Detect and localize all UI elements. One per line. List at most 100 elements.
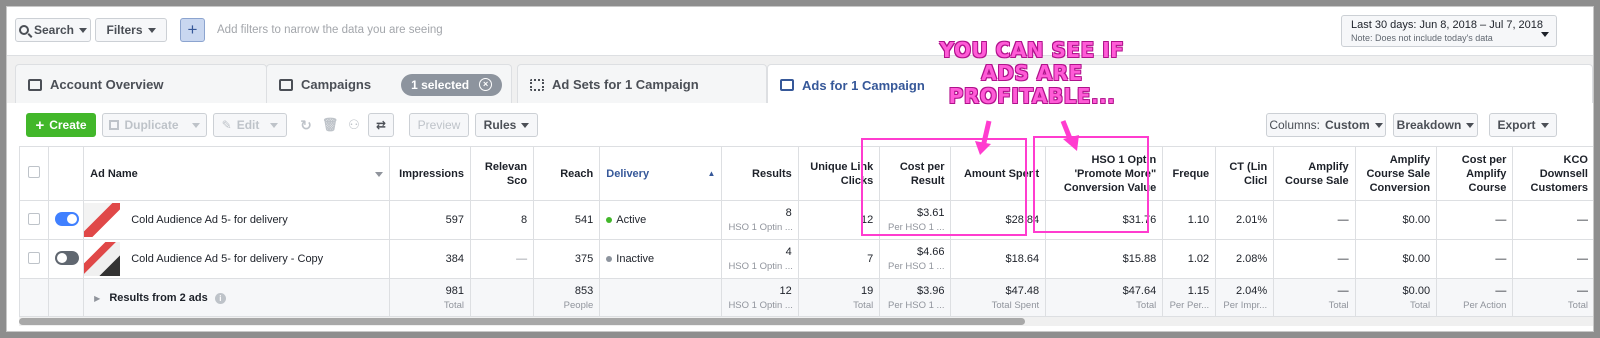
totals-label-cell[interactable]: ▶ Results from 2 ads i: [83, 278, 390, 317]
sort-up-icon: ▲: [707, 168, 716, 178]
column-header-relevance[interactable]: Relevan Sco: [469, 146, 535, 201]
total-amount-spent-cell: $47.48 Total Spent: [950, 278, 1047, 317]
clear-selection-icon[interactable]: ×: [479, 78, 493, 91]
ctr-cell: 2.01%: [1215, 200, 1275, 240]
tab-ads[interactable]: Ads for 1 Campaign: [767, 64, 1593, 105]
compare-icon[interactable]: ⚇: [343, 113, 365, 137]
dashboard-icon: [28, 78, 42, 91]
impressions-cell: 597: [388, 200, 471, 240]
filter-input[interactable]: Add filters to narrow the data you are s…: [217, 24, 443, 36]
frequency-cell: 1.02: [1162, 239, 1217, 279]
preview-button[interactable]: Preview: [409, 113, 469, 137]
create-button[interactable]: + Create: [26, 113, 96, 137]
add-filter-button[interactable]: +: [180, 18, 205, 42]
delivery-cell: Active: [599, 200, 723, 240]
column-header-impressions[interactable]: Impressions: [388, 146, 471, 201]
total-conversion-value-cell: $47.64 Total: [1045, 278, 1164, 317]
total-frequency-cell: 1.15 Per Per...: [1162, 278, 1217, 317]
total-impressions-cell: 981 Total: [388, 278, 471, 317]
column-header-ctr[interactable]: CT (Lin Clicl: [1215, 146, 1275, 201]
row-select-cell: [19, 239, 49, 279]
ad-thumbnail: [84, 242, 121, 276]
edit-button[interactable]: ✎ Edit: [213, 113, 287, 137]
horizontal-scrollbar[interactable]: [19, 317, 1593, 326]
column-header-results[interactable]: Results: [721, 146, 799, 201]
ad-icon: [780, 79, 794, 91]
date-range-label: Last 30 days: Jun 8, 2018 – Jul 7, 2018: [1351, 19, 1544, 31]
column-header-amplify-conversion[interactable]: Amplify Course Sale Conversion: [1354, 146, 1438, 201]
info-icon[interactable]: i: [214, 292, 226, 304]
select-all-checkbox[interactable]: [27, 165, 40, 178]
plus-icon: +: [35, 116, 45, 134]
amplify-sale-cell: —: [1273, 239, 1356, 279]
annotation-arrows: [975, 120, 1079, 155]
amplify-conversion-cell: $0.00: [1354, 200, 1438, 240]
arrow-right-head: [1063, 135, 1079, 151]
column-header-delivery[interactable]: Delivery ▲: [599, 146, 723, 201]
select-all-cell: [19, 146, 49, 201]
toggle-header: [47, 146, 85, 201]
row-checkbox[interactable]: [27, 212, 40, 225]
column-header-cost-per-amplify[interactable]: Cost per Amplify Course: [1436, 146, 1514, 201]
chevron-down-icon: [1374, 122, 1383, 128]
tab-campaigns[interactable]: Campaigns 1 selected ×: [266, 64, 512, 104]
chevron-down-icon: [191, 122, 200, 128]
kco-cell: —: [1512, 200, 1593, 240]
amount-spent-cell: $18.64: [950, 239, 1047, 279]
total-results-cell: 12 HSO 1 Optin ...: [721, 278, 799, 317]
reach-cell: 375: [533, 239, 601, 279]
duplicate-icon: [109, 120, 120, 130]
trash-icon[interactable]: 🗑: [319, 113, 341, 137]
chevron-down-icon: [79, 27, 88, 33]
row-checkbox[interactable]: [27, 251, 40, 264]
cost-per-result-cell: $4.66 Per HSO 1 ...: [879, 239, 952, 279]
table-row[interactable]: Cold Audience Ad 5- for delivery - Copy …: [19, 239, 1593, 279]
ad-name-cell: Cold Audience Ad 5- for delivery - Copy: [83, 239, 390, 279]
ad-off-toggle[interactable]: [54, 250, 79, 265]
column-header-reach[interactable]: Reach: [533, 146, 601, 201]
ad-name-cell: Cold Audience Ad 5- for delivery: [83, 200, 390, 240]
ads-table: Ad Name Impressions Relevan Sco Reach De…: [19, 146, 1593, 317]
column-header-frequency[interactable]: Freque: [1162, 146, 1217, 201]
total-amplify-conversion-cell: $0.00 Total: [1354, 278, 1438, 317]
results-cell: 4 HSO 1 Optin ...: [721, 239, 799, 279]
active-status-dot: [606, 217, 613, 223]
ad-on-toggle[interactable]: [54, 211, 79, 226]
total-cost-amplify-cell: — Per Action: [1436, 278, 1514, 317]
ad-name-link[interactable]: Cold Audience Ad 5- for delivery: [131, 214, 288, 226]
column-header-amplify-course-sale[interactable]: Amplify Course Sale: [1273, 146, 1356, 201]
toggle-cell: [47, 239, 85, 279]
table-row[interactable]: Cold Audience Ad 5- for delivery 597 8 5…: [19, 200, 1593, 240]
filters-button[interactable]: Filters: [95, 18, 167, 42]
refresh-button[interactable]: ↻: [295, 113, 317, 137]
chevron-down-icon: [1540, 122, 1549, 128]
expand-icon[interactable]: ▶: [94, 294, 100, 303]
toggle-cell: [47, 200, 85, 240]
columns-button[interactable]: Columns: Custom: [1266, 113, 1386, 137]
column-header-ad-name[interactable]: Ad Name: [83, 146, 390, 201]
date-range-picker[interactable]: Last 30 days: Jun 8, 2018 – Jul 7, 2018 …: [1341, 15, 1557, 47]
tab-ad-sets[interactable]: Ad Sets for 1 Campaign: [517, 64, 767, 104]
selected-badge[interactable]: 1 selected ×: [401, 73, 503, 96]
rules-button[interactable]: Rules: [475, 113, 538, 137]
kco-cell: —: [1512, 239, 1593, 279]
duplicate-button[interactable]: Duplicate: [102, 113, 207, 137]
sort-icon: [374, 171, 383, 177]
chevron-down-icon: [1466, 122, 1475, 128]
total-cost-per-result-cell: $3.96 Per HSO 1 ...: [879, 278, 952, 317]
ad-name-link[interactable]: Cold Audience Ad 5- for delivery - Copy: [131, 253, 323, 265]
chevron-down-icon: [521, 122, 530, 128]
scrollbar-thumb[interactable]: [19, 318, 1025, 325]
relevance-cell: —: [469, 239, 535, 279]
preview-toggle-icon[interactable]: ⇄: [368, 113, 394, 137]
tab-account-overview[interactable]: Account Overview: [15, 64, 267, 104]
impressions-cell: 384: [388, 239, 471, 279]
toolbar: + Create Duplicate ✎ Edit ↻ 🗑 ⚇ ⇄ Previe…: [7, 103, 1593, 147]
search-button[interactable]: Search: [15, 18, 91, 42]
delivery-cell: Inactive: [599, 239, 723, 279]
relevance-cell: 8: [469, 200, 535, 240]
conversion-value-cell: $15.88: [1045, 239, 1164, 279]
breakdown-button[interactable]: Breakdown: [1393, 113, 1478, 137]
export-button[interactable]: Export: [1489, 113, 1557, 137]
column-header-kco-downsell[interactable]: KCO Downsell Customers: [1512, 146, 1593, 201]
